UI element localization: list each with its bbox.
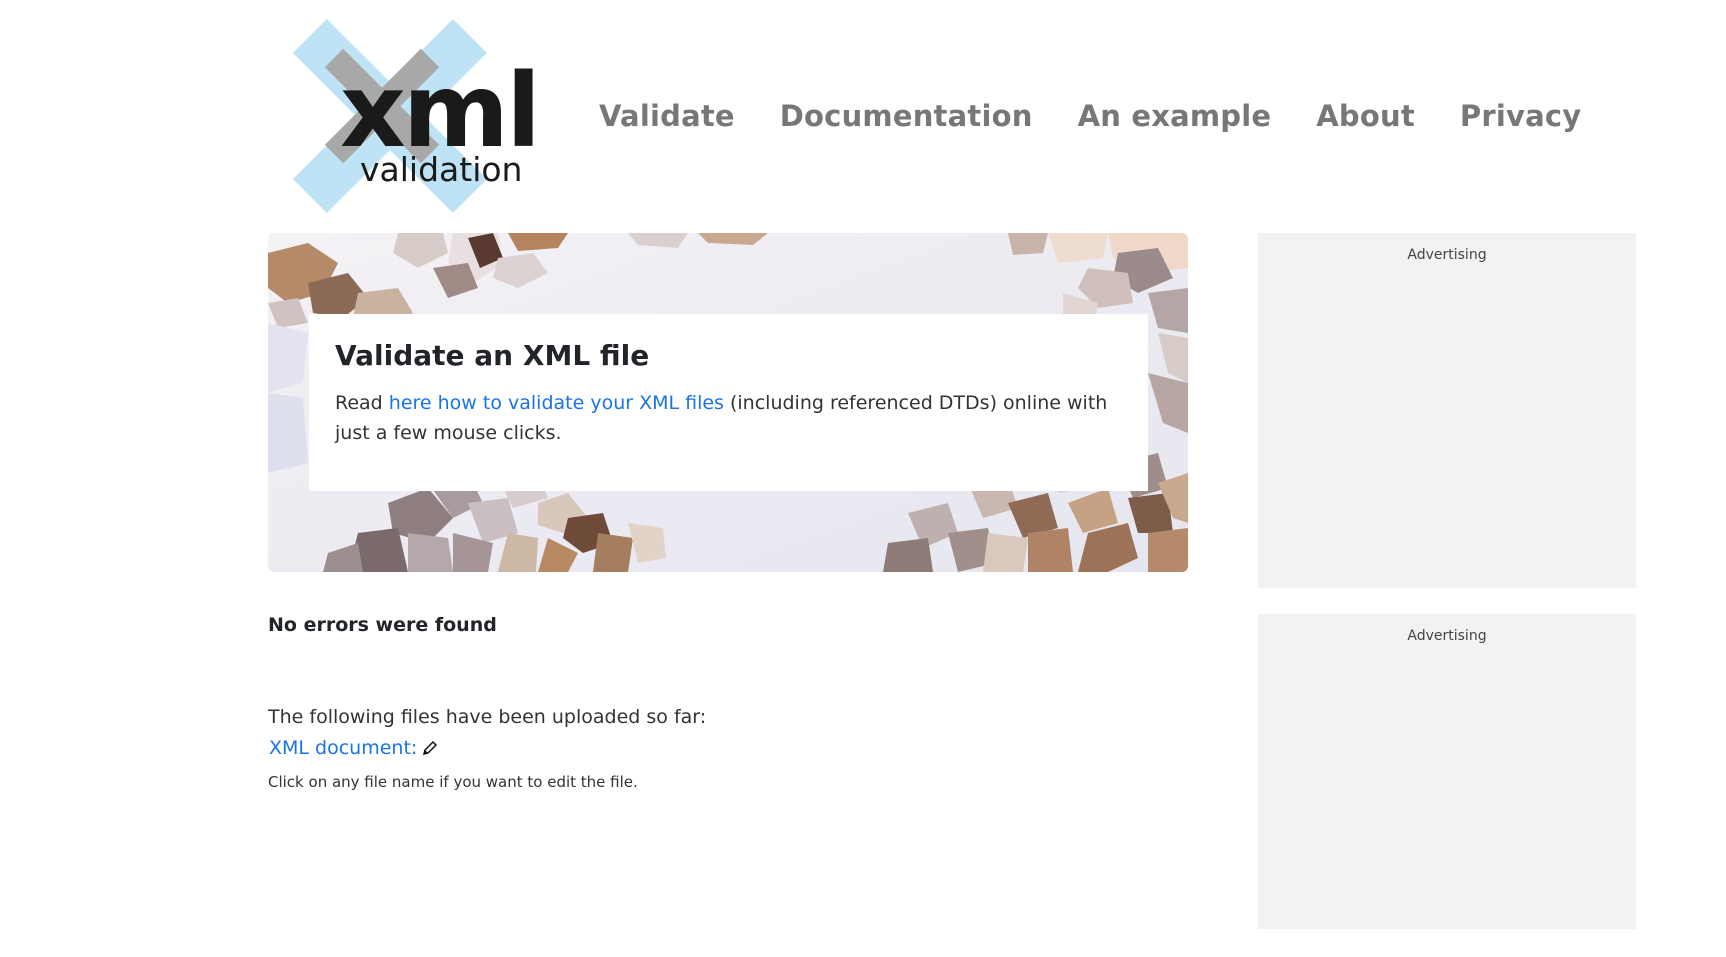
main-nav: Validate Documentation An example About … [599, 96, 1626, 136]
uploaded-files-note: The following files have been uploaded s… [268, 706, 707, 728]
xml-document-label: XML document: [269, 737, 418, 759]
logo-graphic: xml validation [293, 19, 541, 213]
nav-an-example[interactable]: An example [1078, 99, 1272, 133]
ad-label: Advertising [1407, 628, 1487, 644]
ad-box-top[interactable]: Advertising [1258, 233, 1636, 588]
hero-description: Read here how to validate your XML files… [335, 388, 1122, 448]
ad-box-bottom[interactable]: Advertising [1258, 614, 1636, 929]
xml-document-link[interactable]: XML document: [269, 737, 439, 759]
nav-documentation[interactable]: Documentation [780, 99, 1033, 133]
site-logo[interactable]: xml validation [292, 18, 542, 214]
hero-title: Validate an XML file [335, 339, 650, 372]
logo-subword: validation [360, 150, 522, 189]
edit-hint: Click on any file name if you want to ed… [268, 773, 638, 791]
pencil-icon [423, 740, 438, 756]
nav-privacy[interactable]: Privacy [1460, 99, 1581, 133]
result-heading: No errors were found [268, 614, 497, 636]
hero-banner: Validate an XML file Read here how to va… [268, 233, 1188, 572]
hero-text-before: Read [335, 392, 389, 414]
nav-validate[interactable]: Validate [599, 99, 735, 133]
nav-about[interactable]: About [1316, 99, 1415, 133]
how-to-validate-link[interactable]: here how to validate your XML files [389, 392, 724, 414]
ad-label: Advertising [1407, 247, 1487, 263]
hero-card: Validate an XML file Read here how to va… [309, 314, 1148, 491]
